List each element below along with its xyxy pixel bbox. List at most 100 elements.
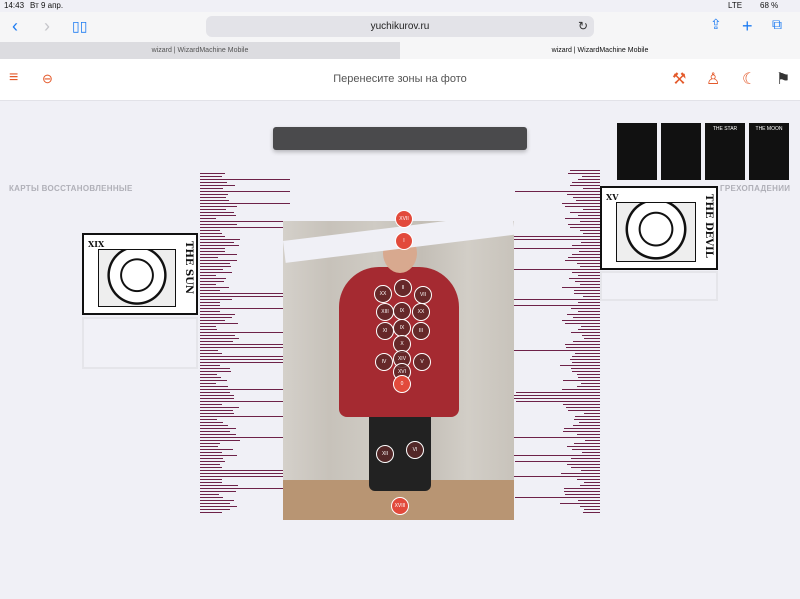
spectrum-line [200, 434, 236, 435]
spectrum-line [584, 338, 600, 339]
spectrum-line [200, 443, 220, 444]
spectrum-line [200, 431, 230, 432]
spectrum-line [584, 509, 600, 510]
tab-label: wizard | WizardMachine Mobile [151, 47, 249, 54]
spectrum-line [572, 371, 600, 372]
spectrum-line [200, 449, 233, 450]
spectrum-line [200, 341, 233, 342]
spectrum-line [200, 455, 237, 456]
right-spectrum [510, 170, 600, 513]
tarot-thumb[interactable] [661, 123, 701, 180]
spectrum-line [200, 395, 234, 396]
spectrum-line [578, 302, 600, 303]
zone-marker[interactable]: I [395, 232, 413, 250]
spectrum-line [562, 287, 600, 288]
moon-icon[interactable]: ☾ [742, 69, 756, 89]
tab-second[interactable]: wizard | WizardMachine Mobile [400, 42, 800, 59]
forward-icon[interactable]: › [44, 16, 50, 37]
spectrum-line [200, 209, 226, 210]
spectrum-line [579, 422, 600, 423]
spectrum-line [575, 281, 600, 282]
spectrum-line [562, 203, 600, 204]
spectrum-line [510, 248, 600, 249]
spectrum-line [580, 506, 600, 507]
spectrum-line [200, 230, 220, 231]
zone-marker[interactable]: XII [376, 445, 394, 463]
devil-card-art [616, 202, 696, 262]
zone-marker[interactable]: III [412, 322, 430, 340]
share-icon[interactable]: ⇪ [710, 16, 722, 33]
zone-marker[interactable]: VII [414, 286, 432, 304]
spectrum-line [200, 311, 220, 312]
spectrum-line [574, 443, 600, 444]
spectrum-line [200, 224, 237, 225]
spectrum-line [565, 260, 600, 261]
zone-marker[interactable]: XVII [395, 210, 413, 228]
tarot-thumb-star[interactable]: THE STAR [705, 123, 745, 180]
spectrum-line [200, 353, 222, 354]
spectrum-line [572, 356, 600, 357]
spectrum-line [510, 395, 600, 396]
spectrum-line [200, 182, 227, 183]
devil-card[interactable]: XV THE DEVIL [600, 186, 718, 270]
tab-first[interactable]: wizard | WizardMachine Mobile [0, 42, 400, 59]
tarot-thumb-moon[interactable]: THE MOON [749, 123, 789, 180]
spectrum-line [200, 464, 220, 465]
spectrum-line [200, 392, 230, 393]
zone-marker[interactable]: IX [393, 302, 411, 320]
spectrum-line [582, 335, 600, 336]
spectrum-line [567, 314, 600, 315]
zone-marker[interactable]: XX [374, 285, 392, 303]
spectrum-line [200, 323, 238, 324]
spectrum-line [200, 416, 290, 417]
zone-marker[interactable]: 0 [393, 375, 411, 393]
back-icon[interactable]: ‹ [12, 16, 18, 37]
spectrum-line [200, 401, 286, 402]
zone-marker[interactable]: IV [375, 353, 393, 371]
zone-marker[interactable]: II [394, 279, 412, 297]
flag-icon[interactable]: ⚑ [776, 69, 790, 89]
spectrum-line [200, 206, 237, 207]
tarot-thumb[interactable] [617, 123, 657, 180]
spectrum-line [571, 332, 600, 333]
reload-icon[interactable]: ↻ [578, 16, 588, 37]
zone-marker[interactable]: XVIII [391, 497, 409, 515]
bookmarks-icon[interactable]: ▯▯ [72, 18, 87, 35]
zone-marker[interactable]: V [413, 353, 431, 371]
spectrum-line [571, 308, 600, 309]
zone-marker[interactable]: XIII [376, 303, 394, 321]
broom-icon[interactable]: ⚒ [672, 69, 686, 89]
spectrum-line [200, 203, 290, 204]
spectrum-line [200, 386, 228, 387]
spectrum-line [570, 185, 600, 186]
spectrum-line [200, 221, 287, 222]
spectrum-line [563, 404, 600, 405]
zone-marker[interactable]: XI [376, 322, 394, 340]
spectrum-line [200, 470, 283, 471]
spectrum-line [565, 323, 600, 324]
spectrum-line [200, 485, 238, 486]
tab-strip: wizard | WizardMachine Mobile ⊗ wizard |… [0, 42, 800, 60]
status-bar: 14:43 Вт 9 апр. LTE 68 % [0, 0, 800, 12]
right-section-label: ГРЕХОПАДЕНИИ [720, 184, 791, 193]
tabs-icon[interactable]: ⧉ [772, 16, 782, 33]
meditation-icon[interactable]: ♙ [706, 69, 720, 89]
spectrum-line [573, 425, 600, 426]
spectrum-line [583, 233, 600, 234]
spectrum-line [511, 398, 600, 399]
spectrum-line [583, 512, 600, 513]
spectrum-line [200, 503, 230, 504]
spectrum-line [573, 317, 600, 318]
spectrum-line [200, 245, 239, 246]
spectrum-line [200, 482, 222, 483]
spectrum-line [572, 449, 600, 450]
spectrum-line [510, 239, 600, 240]
spectrum-line [510, 455, 600, 456]
sun-card[interactable]: XIX THE SUN [82, 233, 198, 315]
spectrum-line [565, 218, 600, 219]
address-bar[interactable]: yuchikurov.ru ↻ [206, 16, 594, 37]
new-tab-icon[interactable]: + [742, 16, 753, 37]
spectrum-line [577, 263, 600, 264]
zone-marker[interactable]: XX [412, 303, 430, 321]
zone-marker[interactable]: VI [406, 441, 424, 459]
